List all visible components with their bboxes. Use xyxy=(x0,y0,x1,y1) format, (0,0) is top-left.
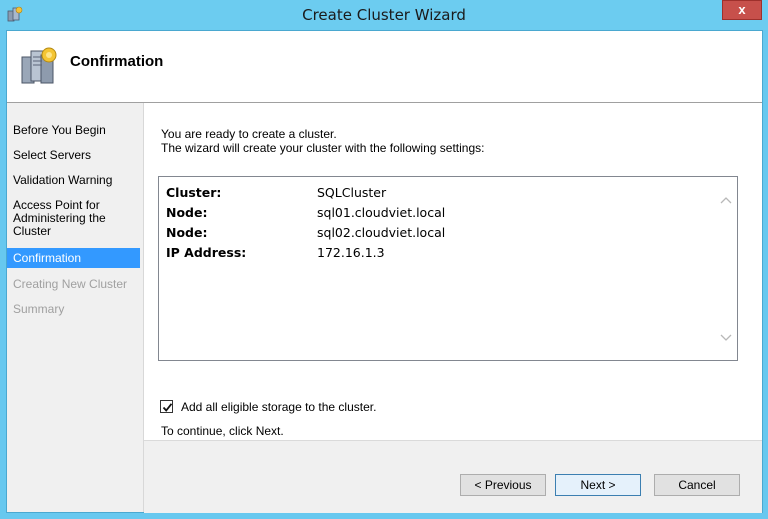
wizard-header: Confirmation xyxy=(7,31,762,103)
sidebar-item-validation-warning[interactable]: Validation Warning xyxy=(7,174,140,190)
setting-value: sql02.cloudviet.local xyxy=(317,225,446,240)
sidebar-item-before-you-begin[interactable]: Before You Begin xyxy=(7,124,140,140)
add-storage-checkbox[interactable] xyxy=(160,400,173,413)
setting-value: 172.16.1.3 xyxy=(317,245,385,260)
settings-summary-box[interactable]: Cluster: SQLCluster Node: sql01.cloudvie… xyxy=(158,176,738,361)
cancel-button[interactable]: Cancel xyxy=(654,474,740,496)
sidebar-item-summary: Summary xyxy=(13,302,65,316)
add-storage-label[interactable]: Add all eligible storage to the cluster. xyxy=(181,400,376,414)
wizard-window: Create Cluster Wizard x Confirmation Bef… xyxy=(0,0,768,519)
intro-line-1: You are ready to create a cluster. xyxy=(161,127,337,141)
setting-label: Cluster: xyxy=(166,185,222,200)
wizard-client-area: Confirmation Before You Begin Select Ser… xyxy=(6,30,763,513)
intro-text: You are ready to create a cluster. The w… xyxy=(161,127,484,155)
wizard-content: You are ready to create a cluster. The w… xyxy=(144,103,762,439)
setting-label: Node: xyxy=(166,205,208,220)
setting-label: Node: xyxy=(166,225,208,240)
scroll-up-icon[interactable] xyxy=(718,195,734,207)
next-button[interactable]: Next > xyxy=(555,474,641,496)
window-title: Create Cluster Wizard xyxy=(302,6,466,24)
continue-instruction: To continue, click Next. xyxy=(161,424,284,438)
cluster-servers-icon xyxy=(19,43,59,87)
close-button[interactable]: x xyxy=(722,0,762,20)
title-bar[interactable]: Create Cluster Wizard x xyxy=(0,0,768,30)
setting-value: SQLCluster xyxy=(317,185,387,200)
wizard-footer: < Previous Next > Cancel xyxy=(144,440,762,513)
checkmark-icon xyxy=(162,403,173,412)
sidebar-item-creating-new-cluster: Creating New Cluster xyxy=(13,277,128,291)
setting-value: sql01.cloudviet.local xyxy=(317,205,446,220)
scroll-down-icon[interactable] xyxy=(718,333,734,345)
previous-button[interactable]: < Previous xyxy=(460,474,546,496)
sidebar-item-select-servers[interactable]: Select Servers xyxy=(7,149,140,165)
intro-line-2: The wizard will create your cluster with… xyxy=(161,141,485,155)
setting-label: IP Address: xyxy=(166,245,247,260)
sidebar-item-access-point[interactable]: Access Point for Administering the Clust… xyxy=(7,199,117,239)
page-title: Confirmation xyxy=(70,53,164,70)
close-icon: x xyxy=(738,2,746,17)
wizard-steps-sidebar: Before You Begin Select Servers Validati… xyxy=(7,103,144,512)
sidebar-item-confirmation[interactable]: Confirmation xyxy=(7,248,140,268)
